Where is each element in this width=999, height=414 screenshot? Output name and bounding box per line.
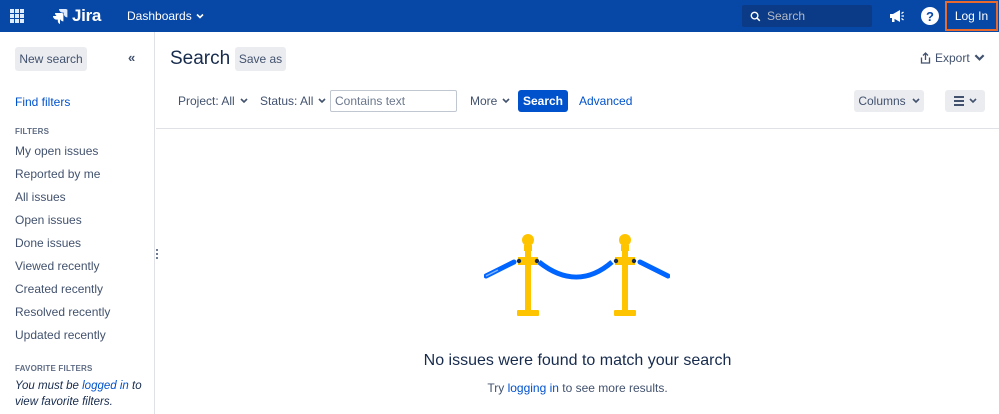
more-filters[interactable]: More	[470, 93, 510, 109]
login-button[interactable]: Log In	[945, 1, 998, 31]
logged-in-link[interactable]: logged in	[82, 380, 129, 392]
filter-item-my-open-issues[interactable]: My open issues	[15, 143, 110, 166]
contains-text-input[interactable]	[330, 90, 457, 112]
search-button[interactable]: Search	[518, 90, 568, 112]
global-search-input[interactable]	[767, 9, 862, 23]
filters-list: My open issues Reported by me All issues…	[15, 143, 110, 350]
project-filter-label: Project: All	[178, 94, 235, 108]
chevron-down-icon	[240, 98, 248, 104]
help-icon[interactable]: ?	[921, 7, 939, 25]
status-filter-label: Status: All	[260, 94, 314, 108]
sidebar-resize-handle[interactable]	[156, 249, 159, 259]
empty-state-title: No issues were found to match your searc…	[423, 352, 732, 369]
chevron-down-icon	[968, 98, 977, 104]
dashboards-label: Dashboards	[127, 9, 192, 23]
columns-label: Columns	[858, 94, 906, 108]
megaphone-icon[interactable]	[887, 7, 905, 25]
columns-button[interactable]: Columns	[854, 90, 924, 112]
filter-item-viewed-recently[interactable]: Viewed recently	[15, 258, 110, 281]
find-filters-link[interactable]: Find filters	[15, 95, 70, 109]
filter-item-created-recently[interactable]: Created recently	[15, 281, 110, 304]
project-filter[interactable]: Project: All	[178, 93, 248, 109]
filter-item-resolved-recently[interactable]: Resolved recently	[15, 304, 110, 327]
jira-logo-icon	[53, 9, 68, 24]
dashboards-menu[interactable]: Dashboards	[127, 9, 204, 23]
chevron-down-icon	[318, 98, 326, 104]
empty-sub-text-pre: Try	[487, 381, 508, 395]
favorite-filters-heading: FAVORITE FILTERS	[15, 364, 93, 373]
filters-sidebar: New search « Find filters FILTERS My ope…	[0, 32, 155, 414]
chevron-down-icon	[912, 98, 920, 104]
top-navigation-bar: Jira Dashboards ? Log In	[0, 0, 999, 32]
export-menu[interactable]: Export	[920, 51, 985, 65]
filter-item-done-issues[interactable]: Done issues	[15, 235, 110, 258]
more-filters-label: More	[470, 94, 498, 108]
logo-text: Jira	[72, 6, 102, 25]
new-search-button[interactable]: New search	[15, 47, 87, 71]
header-divider	[156, 128, 999, 129]
favorite-filters-note: You must be logged in to view favorite f…	[15, 378, 145, 410]
filters-heading: FILTERS	[15, 127, 50, 136]
status-filter[interactable]: Status: All	[260, 93, 326, 109]
favorite-note-text-pre: You must be	[15, 380, 83, 392]
empty-state-subtitle: Try logging in to see more results.	[156, 381, 999, 395]
search-icon	[750, 11, 761, 21]
app-switcher-icon[interactable]	[10, 9, 24, 23]
export-label: Export	[935, 51, 970, 65]
filter-item-updated-recently[interactable]: Updated recently	[15, 327, 110, 350]
empty-state-stanchion-illustration	[484, 234, 670, 316]
logging-in-link[interactable]: logging in	[508, 381, 559, 395]
collapse-sidebar-button[interactable]: «	[128, 50, 135, 65]
filter-item-all-issues[interactable]: All issues	[15, 189, 110, 212]
save-as-button[interactable]: Save as	[235, 47, 286, 71]
page-title: Search	[170, 48, 231, 69]
jira-logo[interactable]: Jira	[52, 6, 101, 26]
empty-sub-text-post: to see more results.	[558, 381, 668, 395]
list-view-icon	[953, 96, 964, 106]
chevron-down-icon	[196, 13, 204, 19]
global-search[interactable]	[742, 5, 872, 27]
chevron-down-icon	[974, 54, 985, 61]
export-icon	[920, 52, 931, 64]
filter-item-reported-by-me[interactable]: Reported by me	[15, 166, 110, 189]
chevron-down-icon	[502, 98, 510, 104]
filter-item-open-issues[interactable]: Open issues	[15, 212, 110, 235]
layout-switcher-button[interactable]	[945, 90, 985, 112]
advanced-search-link[interactable]: Advanced	[579, 94, 632, 108]
